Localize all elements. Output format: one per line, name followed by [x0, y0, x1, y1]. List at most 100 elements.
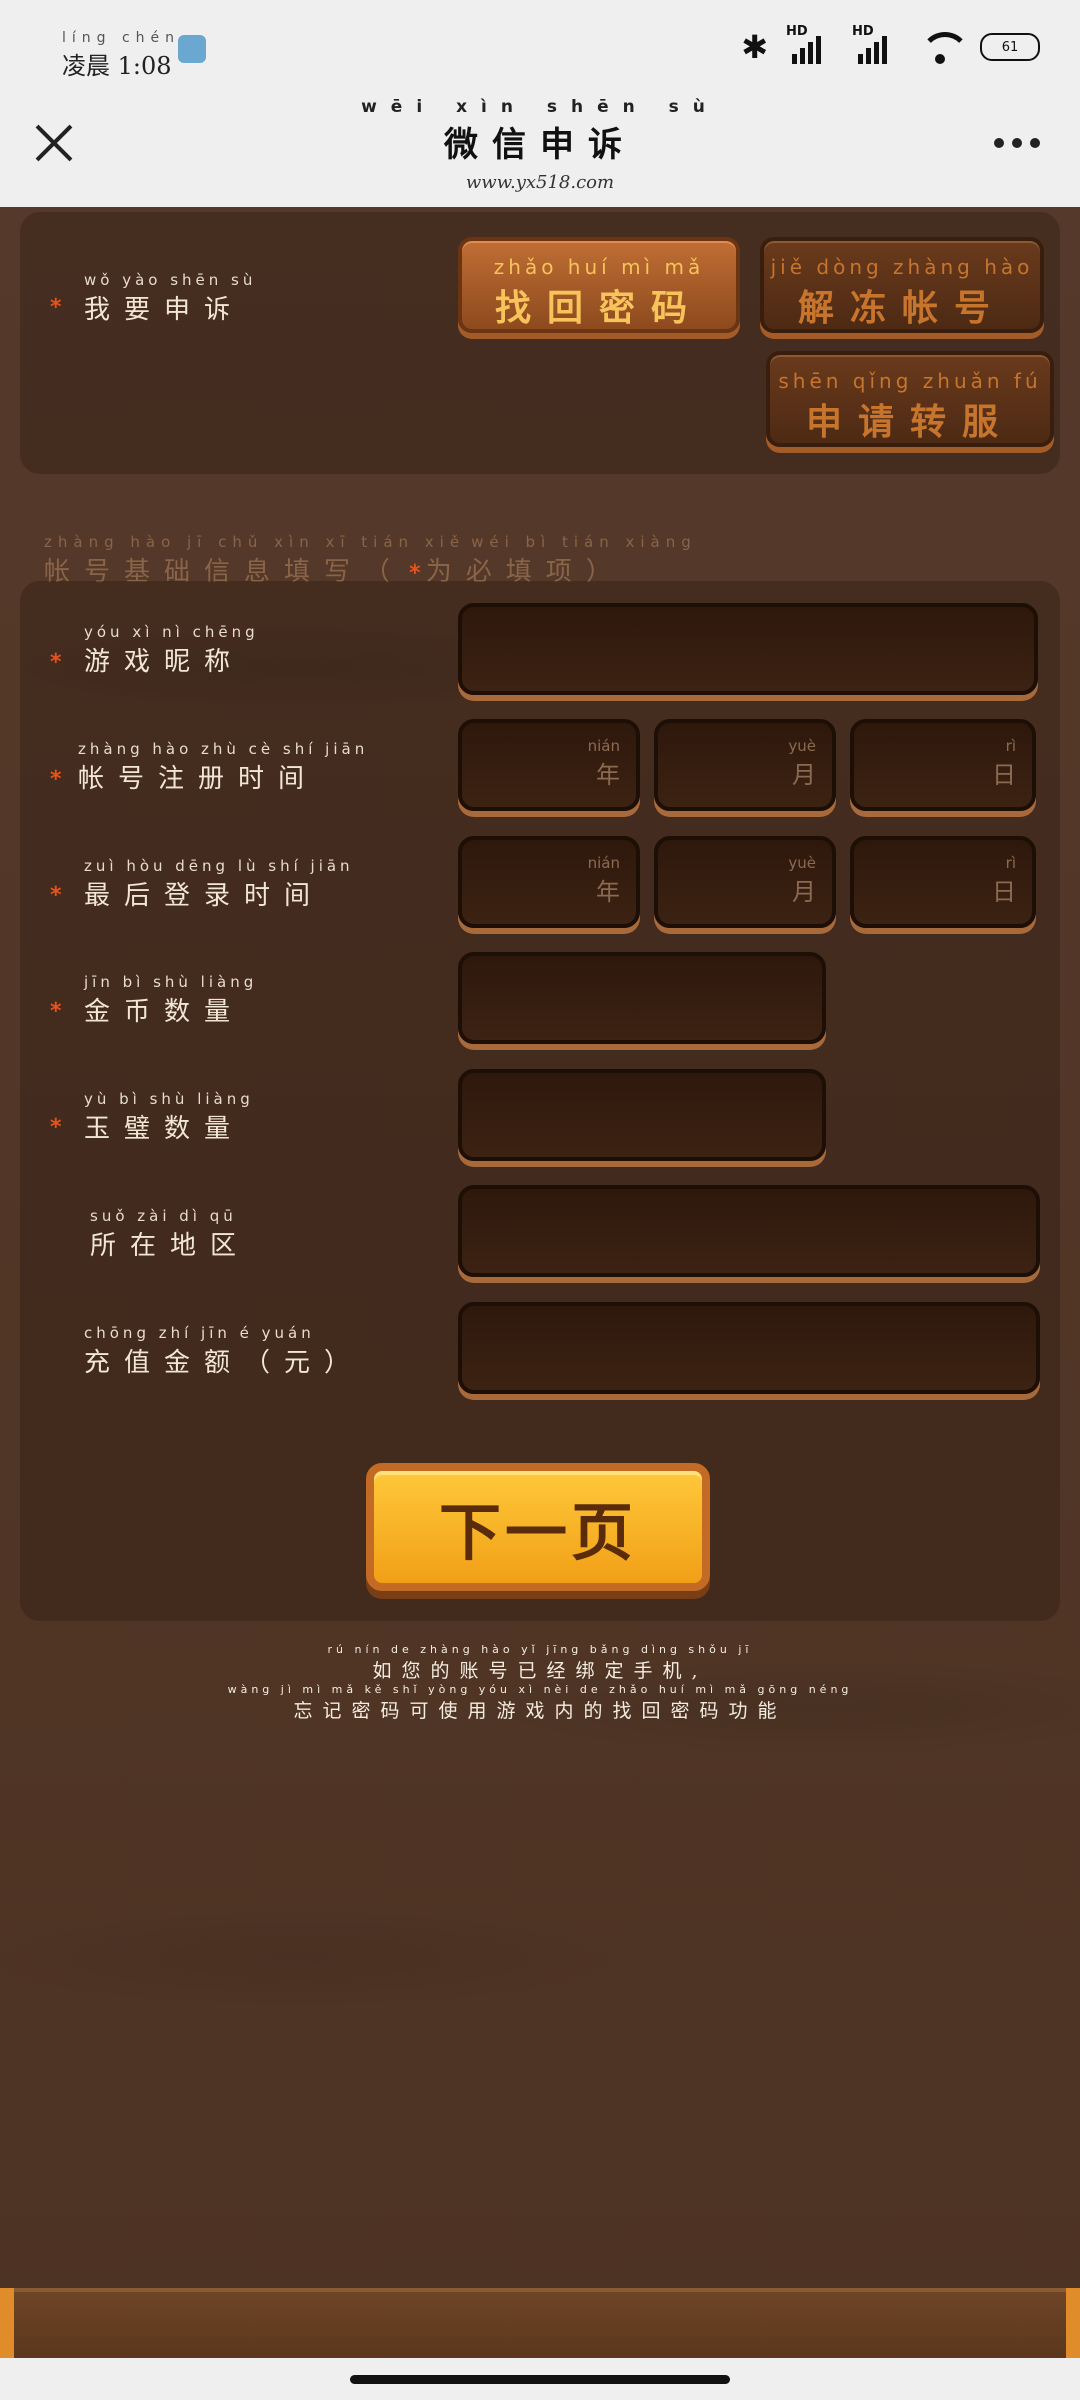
more-icon[interactable]	[994, 138, 1040, 148]
section-required-pinyin: wéi bì tián xiàng	[471, 533, 697, 551]
recharge-amount-field[interactable]	[462, 1306, 1036, 1390]
unit-year: nián 年	[588, 737, 620, 790]
field-label-recharge: chōng zhí jīn é yuán 充值金额（元）	[84, 1324, 364, 1379]
field-label-register-time: zhàng hào zhù cè shí jiān 帐号注册时间	[78, 740, 368, 795]
field-label-jade: yù bì shù liàng 玉璧数量	[84, 1090, 254, 1145]
unit-pinyin: nián	[587, 854, 620, 872]
clock: líng chén 凌晨 1:08	[62, 30, 180, 81]
notification-app-icon	[178, 35, 206, 63]
field-pinyin: zhàng hào zhù cè shí jiān	[78, 740, 369, 758]
field-pinyin: yù bì shù liàng	[84, 1090, 254, 1108]
unit-text: 月	[792, 761, 816, 789]
unit-pinyin: nián	[587, 737, 620, 755]
notice-text: rú nín de zhàng hào yǐ jīng bǎng dìng sh…	[0, 1643, 1080, 1723]
field-text: 玉璧数量	[84, 1114, 245, 1144]
required-mark: *	[50, 1115, 62, 1140]
register-year-input[interactable]: nián 年	[458, 719, 640, 811]
battery-icon: 61	[980, 33, 1040, 61]
unit-text: 年	[596, 878, 620, 906]
next-page-label: 下一页	[438, 1496, 637, 1569]
nickname-input[interactable]	[458, 603, 1038, 695]
region-input[interactable]	[458, 1185, 1040, 1277]
field-pinyin: jīn bì shù liàng	[84, 973, 258, 991]
required-mark: *	[50, 767, 62, 792]
login-year-input[interactable]: nián 年	[458, 836, 640, 928]
notice-line2-pinyin: wàng jì mì mǎ kě shǐ yòng yóu xì nèi de …	[227, 1683, 853, 1696]
gold-amount-field[interactable]	[462, 956, 822, 1040]
field-label-gold: jīn bì shù liàng 金币数量	[84, 973, 257, 1028]
button-pinyin: shēn qǐng zhuǎn fú	[778, 369, 1042, 393]
status-bar: líng chén 凌晨 1:08 ✱ HD HD 61	[0, 0, 1080, 95]
gold-amount-input[interactable]	[458, 952, 826, 1044]
recover-password-button[interactable]: zhǎo huí mì mǎ 找回密码	[458, 237, 740, 333]
required-mark: *	[50, 650, 62, 675]
network-type: HD	[852, 24, 874, 39]
clock-time: 凌晨 1:08	[62, 52, 172, 80]
register-day-input[interactable]: rì 日	[850, 719, 1036, 811]
next-page-button[interactable]: 下一页	[366, 1463, 710, 1591]
unit-pinyin: yuè	[788, 854, 816, 872]
button-label: 找回密码	[494, 287, 703, 329]
nickname-field[interactable]	[462, 607, 1034, 691]
unit-month: yuè 月	[788, 737, 816, 790]
appeal-type-label-pinyin: wǒ yào shēn sù	[84, 271, 257, 289]
field-pinyin: suǒ zài dì qū	[90, 1207, 237, 1225]
title-bar: wēi xìn shēn sù 微信申诉 www.yx518.com	[0, 95, 1080, 207]
unit-pinyin: rì	[1005, 737, 1016, 755]
field-label-nickname: yóu xì nì chēng 游戏昵称	[84, 623, 259, 678]
page-url: www.yx518.com	[465, 172, 615, 193]
field-label-region: suǒ zài dì qū 所在地区	[90, 1207, 250, 1262]
notice-line1: 如您的账号已经绑定手机,	[372, 1660, 708, 1682]
unit-pinyin: rì	[1005, 854, 1016, 872]
field-pinyin: yóu xì nì chēng	[84, 623, 259, 641]
unit-day: rì 日	[992, 854, 1016, 907]
unit-month: yuè 月	[788, 854, 816, 907]
battery-level: 61	[1001, 39, 1019, 55]
required-mark: *	[50, 883, 62, 908]
bluetooth-icon: ✱	[741, 28, 768, 66]
region-field[interactable]	[462, 1189, 1036, 1273]
jade-amount-field[interactable]	[462, 1073, 822, 1157]
appeal-type-label: wǒ yào shēn sù 我要申诉	[84, 271, 256, 326]
signal-icon: HD	[786, 24, 834, 64]
unit-text: 日	[992, 761, 1016, 789]
required-mark: *	[50, 295, 62, 320]
field-text: 所在地区	[90, 1231, 251, 1261]
signal-icon: HD	[852, 24, 900, 64]
network-type: HD	[786, 24, 808, 39]
field-text: 金币数量	[84, 997, 245, 1027]
unit-text: 日	[992, 878, 1016, 906]
button-label: 解冻帐号	[797, 287, 1006, 329]
field-text: 游戏昵称	[84, 647, 245, 677]
wifi-icon	[918, 30, 970, 64]
field-text: 充值金额（元）	[84, 1348, 365, 1378]
field-text: 最后登录时间	[84, 881, 325, 911]
button-pinyin: zhǎo huí mì mǎ	[493, 255, 705, 279]
appeal-type-label-text: 我要申诉	[84, 295, 245, 325]
home-indicator[interactable]	[350, 2375, 730, 2384]
page-title-pinyin: wēi xìn shēn sù	[361, 97, 719, 117]
notice-line1-pinyin: rú nín de zhàng hào yǐ jīng bǎng dìng sh…	[327, 1643, 753, 1656]
unit-pinyin: yuè	[788, 737, 816, 755]
field-pinyin: zuì hòu dēng lù shí jiān	[84, 857, 354, 875]
button-label: 申请转服	[805, 401, 1014, 443]
unit-text: 年	[596, 761, 620, 789]
unit-year: nián 年	[588, 854, 620, 907]
jade-amount-input[interactable]	[458, 1069, 826, 1161]
button-pinyin: jiě dòng zhàng hào	[770, 255, 1034, 279]
section-title: zhàng hào jī chǔ xìn xī tián xiě wéi bì …	[44, 532, 697, 588]
unit-day: rì 日	[992, 737, 1016, 790]
login-day-input[interactable]: rì 日	[850, 836, 1036, 928]
transfer-server-button[interactable]: shēn qǐng zhuǎn fú 申请转服	[766, 351, 1054, 447]
system-nav-bar	[0, 2358, 1080, 2400]
notice-line2: 忘记密码可使用游戏内的找回密码功能	[293, 1700, 787, 1722]
login-month-input[interactable]: yuè 月	[654, 836, 836, 928]
register-month-input[interactable]: yuè 月	[654, 719, 836, 811]
unfreeze-account-button[interactable]: jiě dòng zhàng hào 解冻帐号	[760, 237, 1044, 333]
section-title-pinyin: zhàng hào jī chǔ xìn xī tián xiě	[44, 533, 466, 551]
clock-pinyin: líng chén	[62, 30, 181, 46]
field-text: 帐号注册时间	[78, 764, 319, 794]
field-pinyin: chōng zhí jīn é yuán	[84, 1324, 315, 1342]
content-area: * wǒ yào shēn sù 我要申诉 zhǎo huí mì mǎ 找回密…	[0, 207, 1080, 2357]
recharge-amount-input[interactable]	[458, 1302, 1040, 1394]
